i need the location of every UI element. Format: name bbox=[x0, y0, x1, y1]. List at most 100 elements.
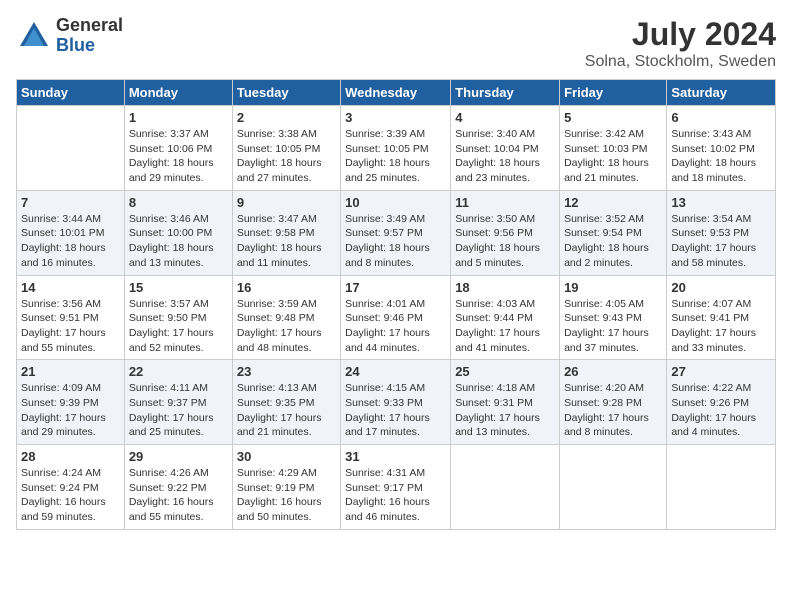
day-info: Sunrise: 4:05 AM Sunset: 9:43 PM Dayligh… bbox=[564, 297, 662, 356]
day-info: Sunrise: 3:44 AM Sunset: 10:01 PM Daylig… bbox=[21, 212, 120, 271]
day-info: Sunrise: 4:13 AM Sunset: 9:35 PM Dayligh… bbox=[237, 381, 336, 440]
day-number: 3 bbox=[345, 110, 446, 125]
day-number: 1 bbox=[129, 110, 228, 125]
day-number: 22 bbox=[129, 364, 228, 379]
day-number: 15 bbox=[129, 280, 228, 295]
day-number: 6 bbox=[671, 110, 771, 125]
calendar-cell: 5 Sunrise: 3:42 AM Sunset: 10:03 PM Dayli… bbox=[560, 106, 667, 191]
day-number: 9 bbox=[237, 195, 336, 210]
calendar-cell bbox=[667, 445, 776, 530]
calendar-cell bbox=[560, 445, 667, 530]
day-info: Sunrise: 4:09 AM Sunset: 9:39 PM Dayligh… bbox=[21, 381, 120, 440]
day-info: Sunrise: 4:26 AM Sunset: 9:22 PM Dayligh… bbox=[129, 466, 228, 525]
calendar-cell: 15 Sunrise: 3:57 AM Sunset: 9:50 PM Dayli… bbox=[124, 275, 232, 360]
day-number: 10 bbox=[345, 195, 446, 210]
calendar-body: 1 Sunrise: 3:37 AM Sunset: 10:06 PM Dayli… bbox=[17, 106, 776, 530]
day-number: 29 bbox=[129, 449, 228, 464]
day-info: Sunrise: 3:57 AM Sunset: 9:50 PM Dayligh… bbox=[129, 297, 228, 356]
calendar-cell: 16Sunrise: 3:59 AM Sunset: 9:48 PM Dayli… bbox=[232, 275, 340, 360]
header-day-thursday: Thursday bbox=[451, 80, 560, 106]
header-row: SundayMondayTuesdayWednesdayThursdayFrid… bbox=[17, 80, 776, 106]
day-info: Sunrise: 3:42 AM Sunset: 10:03 PM Daylig… bbox=[564, 127, 662, 186]
day-info: Sunrise: 3:37 AM Sunset: 10:06 PM Daylig… bbox=[129, 127, 228, 186]
day-info: Sunrise: 3:39 AM Sunset: 10:05 PM Daylig… bbox=[345, 127, 446, 186]
header-day-sunday: Sunday bbox=[17, 80, 125, 106]
calendar-cell: 14 Sunrise: 3:56 AM Sunset: 9:51 PM Dayli… bbox=[17, 275, 125, 360]
calendar-cell: 2 Sunrise: 3:38 AM Sunset: 10:05 PM Dayli… bbox=[232, 106, 340, 191]
header-day-wednesday: Wednesday bbox=[341, 80, 451, 106]
calendar-cell: 9 Sunrise: 3:47 AM Sunset: 9:58 PM Daylig… bbox=[232, 190, 340, 275]
day-info: Sunrise: 3:38 AM Sunset: 10:05 PM Daylig… bbox=[237, 127, 336, 186]
day-number: 18 bbox=[455, 280, 555, 295]
day-info: Sunrise: 4:03 AM Sunset: 9:44 PM Dayligh… bbox=[455, 297, 555, 356]
day-info: Sunrise: 3:43 AM Sunset: 10:02 PM Daylig… bbox=[671, 127, 771, 186]
logo-icon bbox=[16, 18, 52, 54]
day-info: Sunrise: 3:52 AM Sunset: 9:54 PM Dayligh… bbox=[564, 212, 662, 271]
calendar-cell: 18 Sunrise: 4:03 AM Sunset: 9:44 PM Dayli… bbox=[451, 275, 560, 360]
day-info: Sunrise: 4:29 AM Sunset: 9:19 PM Dayligh… bbox=[237, 466, 336, 525]
day-number: 7 bbox=[21, 195, 120, 210]
calendar-cell: 24 Sunrise: 4:15 AM Sunset: 9:33 PM Dayli… bbox=[341, 360, 451, 445]
day-info: Sunrise: 3:54 AM Sunset: 9:53 PM Dayligh… bbox=[671, 212, 771, 271]
day-info: Sunrise: 3:56 AM Sunset: 9:51 PM Dayligh… bbox=[21, 297, 120, 356]
day-number: 31 bbox=[345, 449, 446, 464]
calendar-cell: 28Sunrise: 4:24 AM Sunset: 9:24 PM Dayli… bbox=[17, 445, 125, 530]
day-number: 13 bbox=[671, 195, 771, 210]
day-info: Sunrise: 4:20 AM Sunset: 9:28 PM Dayligh… bbox=[564, 381, 662, 440]
calendar-cell: 19 Sunrise: 4:05 AM Sunset: 9:43 PM Dayli… bbox=[560, 275, 667, 360]
week-row-1: 1 Sunrise: 3:37 AM Sunset: 10:06 PM Dayli… bbox=[17, 106, 776, 191]
header-day-friday: Friday bbox=[560, 80, 667, 106]
day-info: Sunrise: 4:15 AM Sunset: 9:33 PM Dayligh… bbox=[345, 381, 446, 440]
day-info: Sunrise: 4:24 AM Sunset: 9:24 PM Dayligh… bbox=[21, 466, 120, 525]
header-day-tuesday: Tuesday bbox=[232, 80, 340, 106]
sub-title: Solna, Stockholm, Sweden bbox=[585, 53, 776, 71]
calendar-cell: 17Sunrise: 4:01 AM Sunset: 9:46 PM Dayli… bbox=[341, 275, 451, 360]
main-title: July 2024 bbox=[585, 16, 776, 53]
day-number: 14 bbox=[21, 280, 120, 295]
calendar-cell: 23Sunrise: 4:13 AM Sunset: 9:35 PM Dayli… bbox=[232, 360, 340, 445]
calendar-cell: 27Sunrise: 4:22 AM Sunset: 9:26 PM Dayli… bbox=[667, 360, 776, 445]
day-number: 20 bbox=[671, 280, 771, 295]
day-info: Sunrise: 4:11 AM Sunset: 9:37 PM Dayligh… bbox=[129, 381, 228, 440]
logo-text: General Blue bbox=[56, 16, 123, 56]
logo-blue-text: Blue bbox=[56, 36, 123, 56]
calendar-cell: 20 Sunrise: 4:07 AM Sunset: 9:41 PM Dayli… bbox=[667, 275, 776, 360]
day-info: Sunrise: 3:47 AM Sunset: 9:58 PM Dayligh… bbox=[237, 212, 336, 271]
calendar-cell: 30Sunrise: 4:29 AM Sunset: 9:19 PM Dayli… bbox=[232, 445, 340, 530]
header: General Blue July 2024 Solna, Stockholm,… bbox=[16, 16, 776, 71]
day-info: Sunrise: 3:59 AM Sunset: 9:48 PM Dayligh… bbox=[237, 297, 336, 356]
day-number: 11 bbox=[455, 195, 555, 210]
calendar-cell: 11 Sunrise: 3:50 AM Sunset: 9:56 PM Dayli… bbox=[451, 190, 560, 275]
calendar-cell: 25 Sunrise: 4:18 AM Sunset: 9:31 PM Dayli… bbox=[451, 360, 560, 445]
logo: General Blue bbox=[16, 16, 123, 56]
day-info: Sunrise: 4:31 AM Sunset: 9:17 PM Dayligh… bbox=[345, 466, 446, 525]
title-area: July 2024 Solna, Stockholm, Sweden bbox=[585, 16, 776, 71]
header-day-saturday: Saturday bbox=[667, 80, 776, 106]
calendar-cell: 31 Sunrise: 4:31 AM Sunset: 9:17 PM Dayli… bbox=[341, 445, 451, 530]
day-info: Sunrise: 3:49 AM Sunset: 9:57 PM Dayligh… bbox=[345, 212, 446, 271]
day-number: 4 bbox=[455, 110, 555, 125]
day-number: 8 bbox=[129, 195, 228, 210]
week-row-5: 28Sunrise: 4:24 AM Sunset: 9:24 PM Dayli… bbox=[17, 445, 776, 530]
day-number: 2 bbox=[237, 110, 336, 125]
day-info: Sunrise: 3:46 AM Sunset: 10:00 PM Daylig… bbox=[129, 212, 228, 271]
day-info: Sunrise: 4:07 AM Sunset: 9:41 PM Dayligh… bbox=[671, 297, 771, 356]
week-row-4: 21Sunrise: 4:09 AM Sunset: 9:39 PM Dayli… bbox=[17, 360, 776, 445]
day-number: 25 bbox=[455, 364, 555, 379]
calendar-cell: 8 Sunrise: 3:46 AM Sunset: 10:00 PM Dayli… bbox=[124, 190, 232, 275]
day-number: 19 bbox=[564, 280, 662, 295]
day-info: Sunrise: 4:18 AM Sunset: 9:31 PM Dayligh… bbox=[455, 381, 555, 440]
calendar-cell bbox=[17, 106, 125, 191]
day-info: Sunrise: 3:50 AM Sunset: 9:56 PM Dayligh… bbox=[455, 212, 555, 271]
day-info: Sunrise: 4:22 AM Sunset: 9:26 PM Dayligh… bbox=[671, 381, 771, 440]
calendar-cell: 1 Sunrise: 3:37 AM Sunset: 10:06 PM Dayli… bbox=[124, 106, 232, 191]
day-number: 24 bbox=[345, 364, 446, 379]
header-day-monday: Monday bbox=[124, 80, 232, 106]
week-row-2: 7 Sunrise: 3:44 AM Sunset: 10:01 PM Dayli… bbox=[17, 190, 776, 275]
day-number: 5 bbox=[564, 110, 662, 125]
calendar-header: SundayMondayTuesdayWednesdayThursdayFrid… bbox=[17, 80, 776, 106]
week-row-3: 14 Sunrise: 3:56 AM Sunset: 9:51 PM Dayli… bbox=[17, 275, 776, 360]
calendar-cell: 4Sunrise: 3:40 AM Sunset: 10:04 PM Dayli… bbox=[451, 106, 560, 191]
calendar-cell: 6 Sunrise: 3:43 AM Sunset: 10:02 PM Dayli… bbox=[667, 106, 776, 191]
calendar-cell: 10 Sunrise: 3:49 AM Sunset: 9:57 PM Dayli… bbox=[341, 190, 451, 275]
